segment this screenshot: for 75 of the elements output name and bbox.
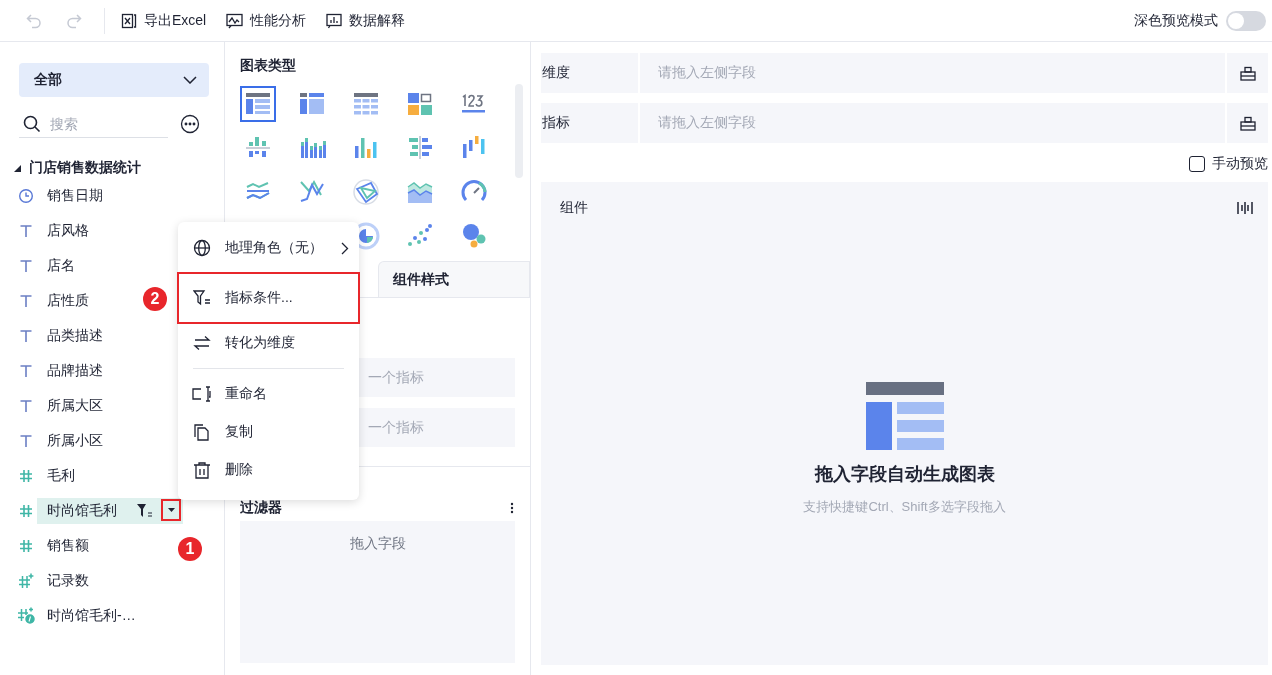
field-label: 指标 [541, 103, 638, 143]
hbar-chart-icon [406, 134, 434, 162]
text-type-icon [19, 398, 33, 413]
chevron-down-icon [183, 76, 197, 84]
step-marker: 2 [143, 287, 167, 311]
bar-chart-icon [326, 12, 343, 29]
search-icon [23, 114, 41, 133]
search-field[interactable]: 搜索 [19, 110, 168, 138]
dropdown-button[interactable] [161, 499, 181, 521]
bubble-chart-icon [460, 222, 488, 250]
scope-select[interactable]: 全部 [19, 63, 209, 97]
toolbar-button[interactable]: 导出Excel [113, 11, 215, 30]
chart-type-option[interactable] [240, 86, 276, 122]
more-icon[interactable] [510, 502, 514, 514]
field-item[interactable]: 店性质 [47, 287, 97, 314]
menu-item[interactable]: 指标条件... [179, 274, 358, 322]
step-marker: 1 [178, 537, 202, 561]
field-item[interactable]: 记录数 [47, 567, 97, 594]
filter-icon [193, 290, 211, 306]
text-type-icon [19, 293, 33, 308]
field-item[interactable]: 销售日期 [47, 182, 111, 209]
radar-chart-icon [352, 178, 380, 206]
text-type-icon [19, 433, 33, 448]
copy-icon [194, 423, 210, 441]
panel-title: 组件 [560, 199, 588, 217]
swap-arrows-icon [193, 335, 211, 351]
pulse-chart-icon [226, 12, 244, 29]
field-item[interactable]: 店名 [47, 252, 83, 279]
hash-icon [19, 503, 33, 518]
section-title: 图表类型 [239, 56, 297, 75]
field-item[interactable]: 品牌描述 [47, 357, 111, 384]
drop-area[interactable]: 拖入字段 [240, 521, 515, 663]
text-type-icon [19, 363, 33, 378]
dark-preview-toggle[interactable] [1226, 10, 1266, 31]
dark-preview-label: 深色预览模式 [1134, 11, 1218, 30]
trash-icon [193, 461, 211, 479]
toolbar-button[interactable]: 数据解释 [318, 11, 414, 30]
search-input[interactable]: 搜索 [50, 115, 150, 132]
expanded-triangle-icon[interactable] [14, 164, 21, 172]
menu-item[interactable]: 删除 [178, 451, 359, 489]
group-label: 门店销售数据统计 [29, 159, 141, 177]
field-item[interactable]: 毛利 [47, 462, 83, 489]
section-title: 过滤器 [240, 499, 282, 517]
hash-icon [19, 538, 33, 553]
hash-formula-icon [17, 607, 35, 624]
spreadsheet-icon [121, 12, 137, 29]
caret-down-icon [167, 508, 175, 512]
text-type-icon [19, 328, 33, 343]
empty-state-hint: 支持快捷键Ctrl、Shift多选字段拖入 [803, 498, 1006, 516]
field-item[interactable]: 所属大区 [47, 392, 111, 419]
empty-state-title: 拖入字段自动生成图表 [814, 463, 995, 486]
field-item[interactable]: 销售额 [47, 532, 97, 559]
text-type-icon [19, 223, 33, 238]
more-icon[interactable] [180, 114, 200, 134]
toolbox-icon[interactable] [1239, 65, 1256, 81]
field-item[interactable]: 所属小区 [47, 427, 111, 454]
checkbox-label: 手动预览 [1212, 155, 1268, 173]
menu-item[interactable]: 地理角色（无） [178, 229, 359, 267]
field-item[interactable]: 品类描述 [47, 322, 111, 349]
clock-icon [18, 187, 34, 204]
tab[interactable]: 组件样式 [378, 261, 530, 297]
globe-icon [193, 239, 211, 257]
text-type-icon [19, 258, 33, 273]
field-item[interactable]: 店风格 [47, 217, 97, 244]
field-item[interactable]: 时尚馆毛利-… [47, 602, 144, 629]
detail-chart-icon [352, 90, 380, 118]
card-chart-icon [406, 90, 434, 118]
rename-icon [192, 386, 212, 402]
toolbox-icon[interactable] [1239, 115, 1256, 131]
barcode-style-icon[interactable] [1236, 200, 1254, 216]
hash-icon [19, 468, 33, 483]
checkbox[interactable] [1189, 156, 1205, 172]
toolbar-button[interactable]: 性能分析 [218, 11, 315, 30]
field-label: 维度 [541, 53, 638, 93]
hash-star-icon [18, 573, 34, 588]
